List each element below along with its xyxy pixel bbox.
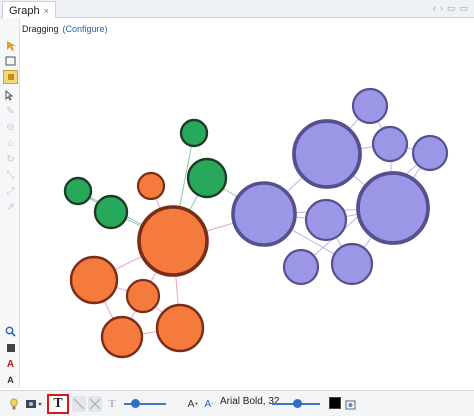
graph-node-green[interactable] (179, 118, 209, 148)
graph-node-purple[interactable] (231, 181, 297, 247)
text-size-down-label: A (204, 398, 212, 410)
font-size-slider-knob[interactable] (293, 399, 302, 408)
chevron-left-icon[interactable]: ‹ (433, 3, 436, 14)
label-size-mode-icon[interactable]: T (106, 396, 118, 412)
text-color-icon[interactable]: A (3, 357, 18, 371)
tab-controls: ‹ › ▭ ▭ (433, 3, 468, 14)
shortest-path-icon[interactable]: ↗ (3, 200, 18, 214)
rectangle-select-icon[interactable] (3, 54, 18, 68)
graph-node-orange[interactable] (125, 278, 161, 314)
tab-bar: Graph × ‹ › ▭ ▭ (0, 0, 474, 18)
text-size-up-button[interactable]: A + (187, 396, 199, 412)
maximize-icon[interactable]: ▭ (459, 3, 468, 14)
edge-labels-icon[interactable] (72, 396, 86, 412)
text-scale-icon[interactable]: A (3, 373, 18, 387)
background-color-icon[interactable] (3, 341, 18, 355)
graph-node-purple[interactable] (292, 119, 362, 189)
show-node-labels-button[interactable]: T (47, 394, 69, 414)
close-icon[interactable]: × (44, 6, 49, 16)
graph-node-orange[interactable] (69, 255, 119, 305)
left-toolbar: ✎ ⊖ ⌂ ↻ ⤡ ⤢ ↗ A A (0, 18, 20, 388)
graph-node-purple[interactable] (411, 134, 449, 172)
sizer-icon[interactable]: ⊖ (3, 120, 18, 134)
graph-node-orange[interactable] (100, 315, 144, 359)
bottom-toolbar: T T A + A- Arial Bold, 32 (0, 390, 474, 416)
chevron-right-icon[interactable]: › (440, 3, 443, 14)
edge-label-style-icon[interactable] (88, 396, 102, 412)
screenshot-icon[interactable] (24, 396, 44, 412)
graph-node-green[interactable] (186, 157, 228, 199)
graph-header: Dragging (Configure) (22, 19, 108, 39)
edge-pencil-icon[interactable]: ⤡ (3, 168, 18, 182)
graph-node-purple[interactable] (351, 87, 389, 125)
rotate-icon[interactable]: ↻ (3, 152, 18, 166)
lightbulb-icon[interactable] (8, 396, 20, 412)
graph-nodes (63, 87, 449, 359)
graph-node-purple[interactable] (282, 248, 320, 286)
settings-icon[interactable] (344, 396, 356, 412)
graph-node-green[interactable] (93, 194, 129, 230)
graph-node-orange[interactable] (137, 205, 209, 277)
restore-icon[interactable]: ▭ (447, 3, 456, 14)
graph-node-purple[interactable] (304, 198, 348, 242)
label-size-slider-knob[interactable] (131, 399, 140, 408)
painter-icon[interactable]: ✎ (3, 104, 18, 118)
node-pencil-icon[interactable]: ⤢ (3, 184, 18, 198)
mode-label: Dragging (22, 24, 59, 34)
text-size-down-button[interactable]: A- (203, 396, 215, 412)
tab-graph[interactable]: Graph × (2, 1, 56, 18)
tab-graph-label: Graph (9, 5, 40, 17)
graph-node-green[interactable] (63, 176, 93, 206)
graph-node-purple[interactable] (356, 171, 430, 245)
graph-node-orange[interactable] (136, 171, 166, 201)
graph-canvas[interactable] (20, 40, 474, 388)
select-arrow-icon[interactable] (3, 38, 18, 52)
label-color-swatch[interactable] (329, 397, 341, 409)
zoom-icon[interactable] (3, 324, 18, 338)
graph-node-purple[interactable] (371, 125, 409, 163)
configure-link[interactable]: (Configure) (63, 24, 108, 34)
graph-node-purple[interactable] (330, 242, 374, 286)
graph-node-orange[interactable] (155, 303, 205, 353)
font-label[interactable]: Arial Bold, 32 (220, 396, 279, 407)
brush-icon[interactable]: ⌂ (3, 136, 18, 150)
drag-hand-icon[interactable] (3, 70, 18, 84)
text-size-up-label: A (187, 398, 195, 410)
direct-select-icon[interactable] (3, 88, 18, 102)
